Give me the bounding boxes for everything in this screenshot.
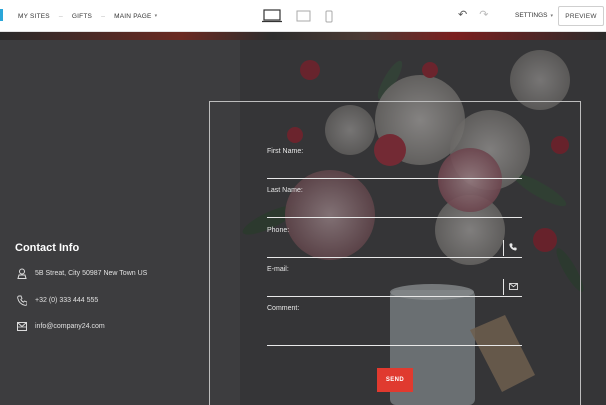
- field-divider: [503, 279, 504, 295]
- nav-main-page-label: MAIN PAGE: [114, 12, 152, 20]
- chevron-down-icon: ▾: [154, 13, 158, 19]
- field-divider: [503, 240, 504, 256]
- history-controls: ↶ ↷: [458, 10, 500, 21]
- settings-label: SETTINGS: [515, 12, 548, 19]
- settings-menu[interactable]: SETTINGS ▾: [515, 12, 553, 19]
- mail-icon: [17, 322, 27, 331]
- nav-my-sites-label: MY SITES: [18, 12, 50, 20]
- chevron-down-icon: ▾: [550, 12, 554, 19]
- nav-gifts[interactable]: GIFTS: [72, 13, 92, 20]
- phone-icon: [17, 295, 27, 306]
- phone-icon: [509, 243, 517, 251]
- preview-button[interactable]: PREVIEW: [558, 6, 604, 26]
- last-name-label: Last Name:: [267, 187, 303, 194]
- phone-text: +32 (0) 333 444 555: [35, 297, 99, 304]
- first-name-label: First Name:: [267, 148, 304, 155]
- redo-icon[interactable]: ↷: [479, 10, 488, 21]
- email-field[interactable]: [267, 296, 522, 297]
- first-name-field[interactable]: [267, 178, 522, 179]
- email-text: info@company24.com: [35, 323, 105, 330]
- separator-icon: –: [101, 12, 106, 20]
- section-edge-image: [0, 32, 606, 40]
- nav-my-sites[interactable]: MY SITES: [18, 13, 50, 20]
- preview-label: PREVIEW: [565, 12, 597, 20]
- device-switcher: [262, 8, 347, 24]
- breadcrumb: MY SITES – GIFTS – MAIN PAGE ▾: [18, 0, 157, 32]
- logo[interactable]: [0, 9, 3, 21]
- send-label: SEND: [385, 377, 405, 383]
- mobile-icon[interactable]: [325, 10, 333, 23]
- mail-icon: [509, 283, 518, 290]
- email-item: info@company24.com: [17, 322, 105, 331]
- phone-field[interactable]: [267, 257, 522, 258]
- desktop-icon[interactable]: [262, 9, 282, 23]
- undo-icon[interactable]: ↶: [458, 10, 467, 21]
- nav-gifts-label: GIFTS: [71, 12, 93, 20]
- address-text: 5B Streat, City 50987 New Town US: [35, 270, 148, 277]
- comment-field[interactable]: [267, 345, 522, 346]
- editor-toolbar: MY SITES – GIFTS – MAIN PAGE ▾ ↶ ↷ SETTIN…: [0, 0, 606, 32]
- phone-label: Phone:: [267, 227, 290, 234]
- email-label: E-mail:: [267, 266, 289, 273]
- tablet-icon[interactable]: [296, 10, 311, 22]
- location-icon: [17, 268, 27, 279]
- contact-info-title: Contact Info: [15, 242, 80, 254]
- last-name-field[interactable]: [267, 217, 522, 218]
- address-item: 5B Streat, City 50987 New Town US: [17, 268, 147, 279]
- separator-icon: –: [58, 12, 63, 20]
- phone-item: +32 (0) 333 444 555: [17, 295, 98, 306]
- contact-form: [209, 101, 581, 405]
- send-button[interactable]: SEND: [377, 368, 413, 392]
- comment-label: Comment:: [267, 305, 300, 312]
- nav-main-page[interactable]: MAIN PAGE ▾: [114, 13, 157, 20]
